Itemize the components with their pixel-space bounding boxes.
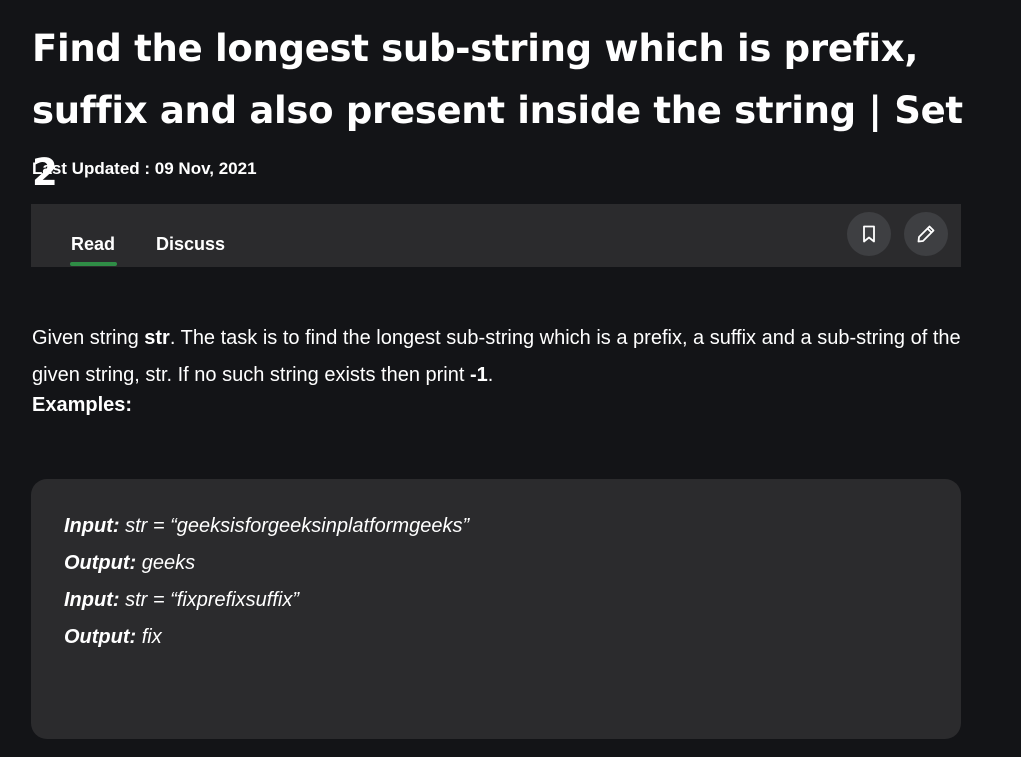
example-line: Output: geeks (64, 552, 195, 575)
intro-text-end: . (487, 364, 494, 386)
tab-discuss[interactable]: Discuss (156, 234, 225, 255)
tab-read[interactable]: Read (71, 234, 115, 255)
variable-str: str (144, 327, 170, 349)
article-tab-bar: Read Discuss (31, 204, 961, 267)
edit-button[interactable] (904, 212, 948, 256)
example-label: Input: (64, 515, 120, 537)
last-updated: Last Updated : 09 Nov, 2021 (32, 159, 257, 178)
example-line: Input: str = “geeksisforgeeksinplatformg… (64, 515, 469, 538)
active-tab-indicator (70, 262, 117, 266)
example-label: Output: (64, 626, 137, 648)
pencil-icon (915, 223, 937, 245)
example-value: str = “fixprefixsuffix” (119, 589, 300, 611)
example-label: Output: (64, 552, 137, 574)
example-value: fix (136, 626, 162, 648)
example-line: Output: fix (64, 626, 162, 649)
bookmark-icon (860, 224, 878, 244)
problem-statement: Given string str. The task is to find th… (32, 320, 962, 394)
example-label: Input: (64, 589, 120, 611)
examples-heading: Examples: (32, 394, 133, 416)
article-page: Find the longest sub-string which is pre… (0, 0, 1021, 757)
example-value: str = “geeksisforgeeksinplatformgeeks” (119, 515, 470, 537)
example-value: geeks (136, 552, 196, 574)
intro-text-start: Given string (32, 327, 145, 349)
example-line: Input: str = “fixprefixsuffix” (64, 589, 299, 612)
bookmark-button[interactable] (847, 212, 891, 256)
no-result-value: -1 (469, 364, 488, 386)
intro-text-middle: . The task is to find the longest sub-st… (32, 327, 961, 386)
examples-box: Input: str = “geeksisforgeeksinplatformg… (31, 479, 961, 739)
